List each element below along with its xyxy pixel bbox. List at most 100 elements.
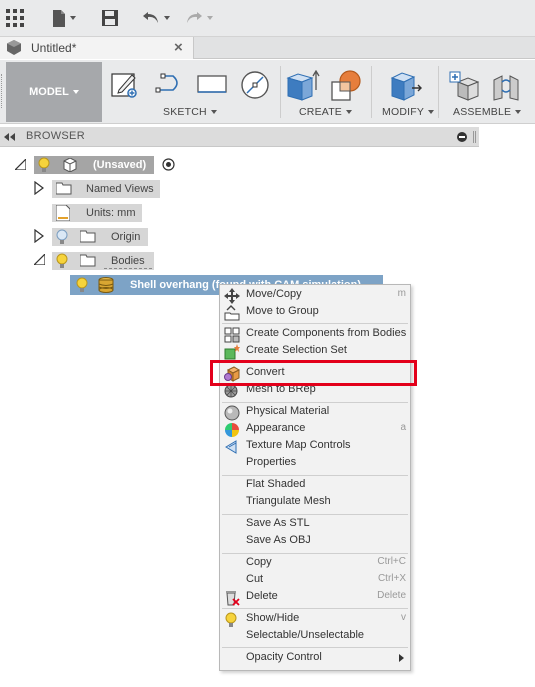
lightbulb-off-icon[interactable] bbox=[56, 229, 68, 245]
menu-item-copy[interactable]: Copy Ctrl+C bbox=[220, 555, 410, 572]
document-tab[interactable]: Untitled* × bbox=[0, 37, 194, 59]
collapse-triangle-icon[interactable] bbox=[34, 254, 45, 265]
rectangle-tool[interactable] bbox=[196, 70, 230, 101]
tree-item-label: Named Views bbox=[86, 183, 154, 195]
redo-button[interactable] bbox=[185, 8, 213, 28]
press-pull-tool[interactable] bbox=[388, 70, 422, 105]
component-icon bbox=[7, 40, 21, 55]
folder-icon bbox=[56, 182, 72, 195]
menu-item-properties[interactable]: Properties bbox=[220, 455, 410, 472]
menu-item-show-hide[interactable]: Show/Hide v bbox=[220, 611, 410, 628]
lightbulb-icon[interactable] bbox=[76, 277, 88, 293]
press-pull-icon bbox=[390, 72, 422, 101]
ribbon-divider bbox=[280, 66, 281, 118]
redo-icon bbox=[187, 12, 202, 23]
browser-title: BROWSER bbox=[26, 130, 85, 142]
chevron-down-icon bbox=[164, 16, 170, 20]
tree-item-label: Bodies bbox=[111, 255, 145, 267]
move-to-group-icon bbox=[224, 305, 240, 321]
arc-icon bbox=[155, 73, 178, 93]
circle-tool[interactable] bbox=[239, 70, 271, 103]
context-menu: Move/Copy m Move to Group Create Compone… bbox=[219, 284, 411, 671]
menu-separator bbox=[222, 553, 408, 554]
menu-item-appearance[interactable]: Appearance a bbox=[220, 421, 410, 438]
assemble-group-label[interactable]: ASSEMBLE bbox=[453, 106, 522, 118]
save-icon bbox=[102, 10, 118, 26]
menu-item-selectable[interactable]: Selectable/Unselectable bbox=[220, 628, 410, 645]
menu-separator bbox=[222, 475, 408, 476]
menu-item-save-as-stl[interactable]: Save As STL bbox=[220, 516, 410, 533]
menu-item-opacity-control[interactable]: Opacity Control bbox=[220, 650, 410, 667]
modify-group-label[interactable]: MODIFY bbox=[382, 106, 435, 118]
appearance-icon bbox=[225, 423, 239, 437]
menu-item-physical-material[interactable]: Physical Material bbox=[220, 404, 410, 421]
workspace-label: MODEL bbox=[29, 86, 69, 98]
units-icon bbox=[56, 205, 70, 221]
expand-triangle-icon[interactable] bbox=[34, 181, 44, 195]
ribbon-divider bbox=[438, 66, 439, 118]
expand-triangle-icon[interactable] bbox=[15, 159, 26, 170]
root-label: (Unsaved) bbox=[93, 159, 147, 171]
menu-item-create-components[interactable]: Create Components from Bodies bbox=[220, 326, 410, 343]
lightbulb-icon[interactable] bbox=[56, 253, 68, 269]
document-icon bbox=[63, 158, 77, 172]
joint-icon bbox=[493, 75, 519, 101]
collapse-panel-icon[interactable] bbox=[4, 133, 15, 141]
menu-item-move-to-group[interactable]: Move to Group bbox=[220, 304, 410, 321]
create-sketch-tool[interactable] bbox=[111, 70, 139, 101]
menu-item-texture-map-controls[interactable]: Texture Map Controls bbox=[220, 438, 410, 455]
folder-icon bbox=[80, 230, 96, 243]
menu-separator bbox=[222, 647, 408, 648]
menu-item-flat-shaded[interactable]: Flat Shaded bbox=[220, 477, 410, 494]
create-group-label[interactable]: CREATE bbox=[299, 106, 353, 118]
arc-tool[interactable] bbox=[153, 70, 185, 101]
chevron-down-icon bbox=[70, 16, 76, 20]
components-icon bbox=[224, 327, 240, 343]
chevron-down-icon bbox=[210, 110, 217, 114]
undo-button[interactable] bbox=[142, 8, 170, 28]
menu-separator bbox=[222, 402, 408, 403]
ribbon-divider bbox=[371, 66, 372, 118]
tree-item-label: Units: mm bbox=[86, 207, 136, 219]
menu-item-triangulate-mesh[interactable]: Triangulate Mesh bbox=[220, 494, 410, 511]
close-icon[interactable]: × bbox=[174, 39, 183, 56]
expand-triangle-icon[interactable] bbox=[34, 229, 44, 243]
extrude-icon bbox=[286, 69, 320, 101]
activate-radio-icon[interactable] bbox=[162, 158, 175, 171]
drop-indicator bbox=[104, 268, 152, 269]
app-grid-icon[interactable] bbox=[6, 8, 24, 28]
combine-icon bbox=[331, 70, 361, 101]
browser-header: BROWSER bbox=[0, 127, 479, 147]
lightbulb-icon bbox=[225, 612, 237, 627]
highlight-annotation bbox=[210, 360, 417, 386]
panel-grip[interactable] bbox=[473, 131, 476, 143]
new-component-icon bbox=[449, 71, 480, 101]
sketch-group-label[interactable]: SKETCH bbox=[163, 106, 217, 118]
file-icon bbox=[53, 9, 65, 27]
menu-item-move-copy[interactable]: Move/Copy m bbox=[220, 287, 410, 304]
ribbon-grip bbox=[1, 74, 3, 108]
extrude-tool[interactable] bbox=[286, 69, 320, 105]
save-button[interactable] bbox=[102, 8, 118, 28]
chevron-down-icon bbox=[515, 110, 522, 114]
mesh-body-icon bbox=[98, 277, 114, 293]
quick-access-toolbar bbox=[0, 0, 535, 37]
lightbulb-icon[interactable] bbox=[38, 157, 50, 173]
menu-item-save-as-obj[interactable]: Save As OBJ bbox=[220, 533, 410, 550]
move-icon bbox=[224, 288, 240, 304]
file-menu-button[interactable] bbox=[52, 8, 76, 28]
joint-tool[interactable] bbox=[490, 70, 522, 105]
texture-map-icon bbox=[225, 440, 237, 454]
minimize-icon[interactable] bbox=[457, 132, 467, 142]
document-tab-bar: Untitled* × bbox=[0, 37, 535, 59]
menu-item-cut[interactable]: Cut Ctrl+X bbox=[220, 572, 410, 589]
circle-icon bbox=[241, 71, 269, 99]
combine-tool[interactable] bbox=[330, 70, 362, 105]
toolbar-ribbon: MODEL SKETCH CREATE MODIFY ASSEMBLE bbox=[0, 60, 535, 124]
new-component-tool[interactable] bbox=[448, 70, 480, 105]
submenu-arrow-icon bbox=[399, 654, 404, 662]
chevron-down-icon bbox=[428, 110, 435, 114]
menu-item-create-selection-set[interactable]: Create Selection Set bbox=[220, 343, 410, 360]
workspace-switcher[interactable]: MODEL bbox=[6, 62, 102, 122]
menu-item-delete[interactable]: Delete Delete bbox=[220, 589, 410, 606]
